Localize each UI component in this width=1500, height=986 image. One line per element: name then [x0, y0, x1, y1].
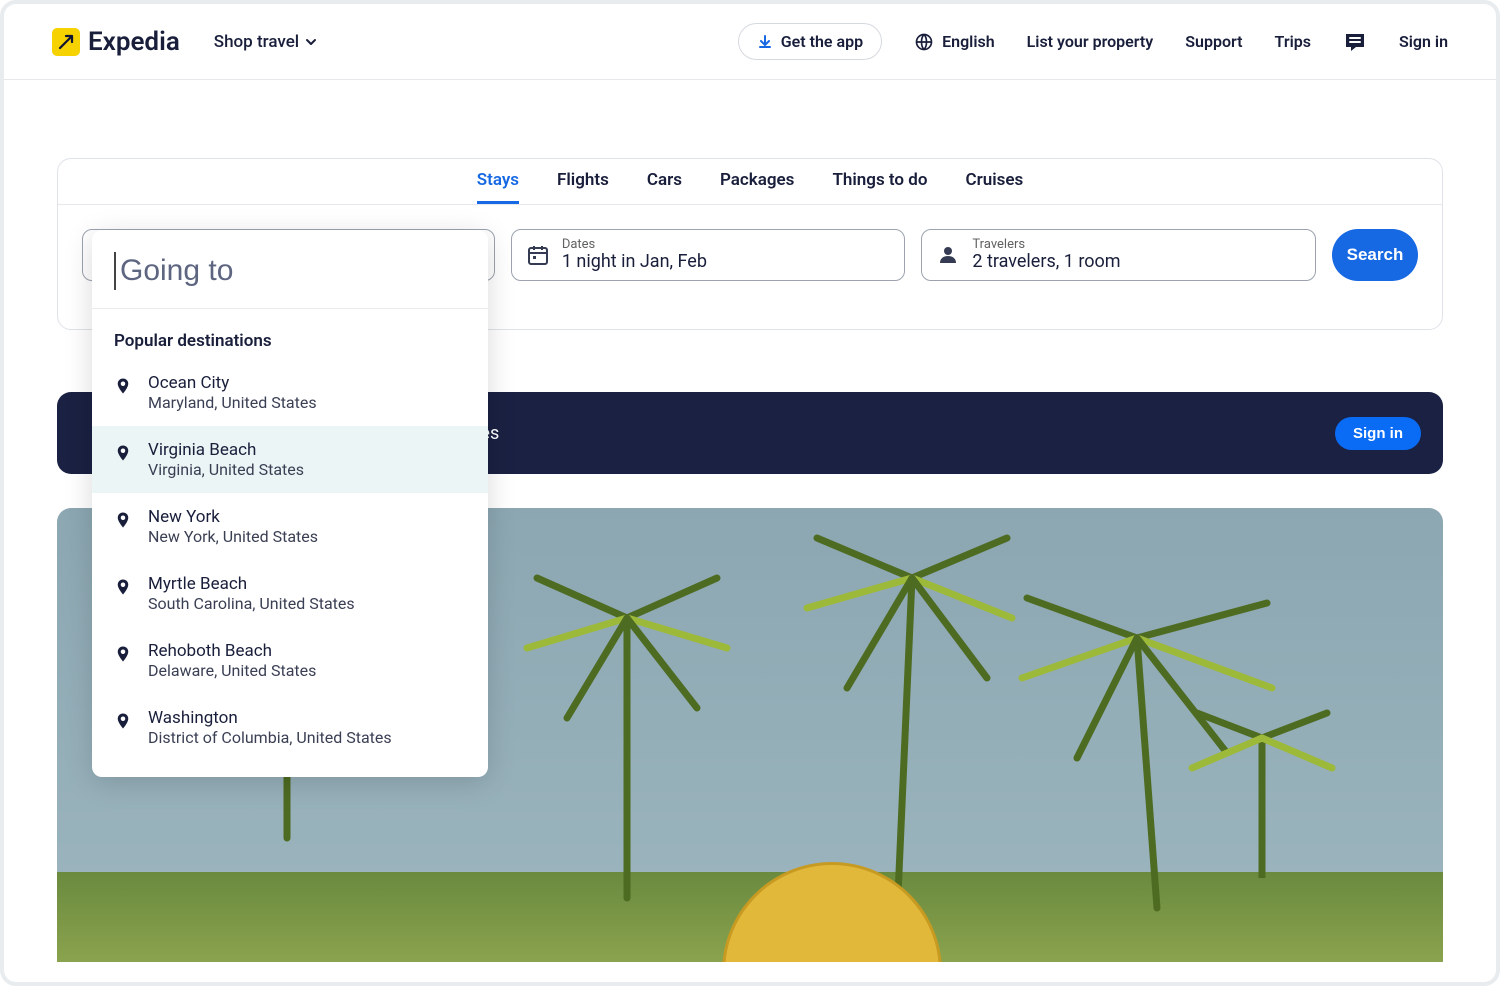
destination-option[interactable]: Washington District of Columbia, United …: [92, 694, 488, 761]
tab-flights[interactable]: Flights: [557, 159, 609, 204]
chevron-down-icon: [305, 36, 317, 48]
destination-name: Rehoboth Beach: [148, 641, 316, 661]
destination-option[interactable]: Virginia Beach Virginia, United States: [92, 426, 488, 493]
destination-option[interactable]: Myrtle Beach South Carolina, United Stat…: [92, 560, 488, 627]
pin-icon: [114, 710, 132, 732]
pin-icon: [114, 576, 132, 598]
trips-link[interactable]: Trips: [1275, 32, 1311, 51]
chat-icon: [1343, 30, 1367, 54]
destination-region: District of Columbia, United States: [148, 728, 392, 747]
download-icon: [757, 34, 773, 50]
language-label: English: [942, 32, 995, 51]
destination-region: Virginia, United States: [148, 460, 304, 479]
get-app-label: Get the app: [781, 32, 863, 51]
destination-option[interactable]: Ocean City Maryland, United States: [92, 359, 488, 426]
popular-destinations-heading: Popular destinations: [92, 309, 488, 359]
tab-stays[interactable]: Stays: [477, 159, 519, 204]
person-icon: [936, 243, 960, 267]
destination-region: South Carolina, United States: [148, 594, 355, 613]
product-tabs: Stays Flights Cars Packages Things to do Crui…: [58, 159, 1442, 205]
chat-button[interactable]: [1343, 30, 1367, 54]
destination-name: Ocean City: [148, 373, 317, 393]
shop-travel-label: Shop travel: [214, 32, 299, 52]
destination-region: Maryland, United States: [148, 393, 317, 412]
palm-tree-icon: [797, 518, 1017, 918]
destination-region: Delaware, United States: [148, 661, 316, 680]
palm-tree-icon: [517, 568, 737, 908]
dates-value: 1 night in Jan, Feb: [562, 252, 707, 272]
travelers-label: Travelers: [972, 238, 1120, 252]
language-selector[interactable]: English: [914, 32, 995, 52]
destination-name: New York: [148, 507, 318, 527]
tab-packages[interactable]: Packages: [720, 159, 794, 204]
destination-name: Myrtle Beach: [148, 574, 355, 594]
dates-label: Dates: [562, 238, 707, 252]
pin-icon: [114, 442, 132, 464]
tab-cruises[interactable]: Cruises: [965, 159, 1023, 204]
banner-sign-in-button[interactable]: Sign in: [1335, 417, 1421, 450]
support-link[interactable]: Support: [1185, 32, 1242, 51]
destination-name: Washington: [148, 708, 392, 728]
get-the-app-button[interactable]: Get the app: [738, 23, 882, 60]
destination-name: Virginia Beach: [148, 440, 304, 460]
dates-field[interactable]: Dates 1 night in Jan, Feb: [511, 229, 906, 281]
search-button[interactable]: Search: [1332, 229, 1418, 281]
expedia-logo[interactable]: Expedia: [52, 27, 180, 57]
travelers-value: 2 travelers, 1 room: [972, 252, 1120, 272]
destination-option[interactable]: Rehoboth Beach Delaware, United States: [92, 627, 488, 694]
destination-option[interactable]: New York New York, United States: [92, 493, 488, 560]
pin-icon: [114, 509, 132, 531]
pin-icon: [114, 375, 132, 397]
destination-region: New York, United States: [148, 527, 318, 546]
site-header: Expedia Shop travel Get the app English …: [4, 4, 1496, 80]
brand-name: Expedia: [88, 27, 180, 57]
travelers-field[interactable]: Travelers 2 travelers, 1 room: [921, 229, 1316, 281]
palm-tree-icon: [1187, 698, 1337, 878]
tab-things-to-do[interactable]: Things to do: [832, 159, 927, 204]
destination-dropdown: Popular destinations Ocean City Maryland…: [92, 230, 488, 777]
expedia-plane-icon: [52, 28, 80, 56]
calendar-icon: [526, 243, 550, 267]
sign-in-link[interactable]: Sign in: [1399, 32, 1448, 51]
list-property-link[interactable]: List your property: [1027, 32, 1154, 51]
tab-cars[interactable]: Cars: [647, 159, 682, 204]
going-to-input[interactable]: [114, 252, 466, 290]
pin-icon: [114, 643, 132, 665]
globe-icon: [914, 32, 934, 52]
shop-travel-menu[interactable]: Shop travel: [214, 32, 317, 52]
